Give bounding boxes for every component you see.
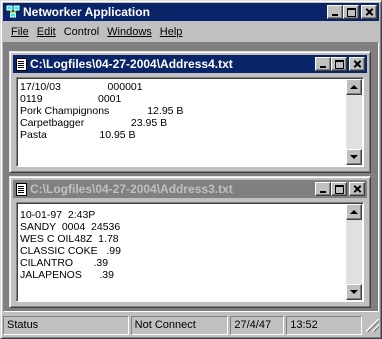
child-title-bar-address3[interactable]: C:\Logfiles\04-27-2004\Address3.txt <box>13 180 367 198</box>
child-caption-buttons-address4 <box>315 57 365 71</box>
text-line: Pork Champignons 12.95 B <box>20 105 184 117</box>
maximize-button[interactable] <box>343 5 359 19</box>
scroll-up-button[interactable] <box>346 79 362 95</box>
text-line: 10-01-97 2:43P <box>20 209 96 221</box>
text-content-address4: 17/10/03 000001 0119 0001 Pork Champigno… <box>20 81 345 164</box>
text-line: SANDY 0004 24536 <box>20 221 121 233</box>
text-line: CLASSIC COKE .99 <box>20 245 121 257</box>
menu-file-label: File <box>11 25 29 38</box>
connection-status: Not Connect <box>134 319 196 331</box>
status-time: 13:52 <box>290 319 318 331</box>
app-title: Networker Application <box>23 5 150 19</box>
text-line: 17/10/03 000001 <box>20 81 143 93</box>
scroll-down-button[interactable] <box>346 149 362 165</box>
child-close-button[interactable] <box>349 57 365 71</box>
main-title-bar[interactable]: Networker Application <box>3 3 379 21</box>
menu-windows-label: Windows <box>107 25 152 38</box>
scroll-up-button[interactable] <box>346 204 362 220</box>
child-maximize-button[interactable] <box>331 182 347 196</box>
text-line: CILANTRO .39 <box>20 257 109 269</box>
text-document-icon <box>16 57 27 71</box>
menu-control-label: Control <box>63 25 100 38</box>
child-title-address4: C:\Logfiles\04-27-2004\Address4.txt <box>30 57 233 71</box>
text-content-address3: 10-01-97 2:43P SANDY 0004 24536 WES C OI… <box>20 209 345 299</box>
child-caption-buttons-address3 <box>315 182 365 196</box>
text-area-address4[interactable]: 17/10/03 000001 0119 0001 Pork Champigno… <box>16 77 364 167</box>
menu-help-label: Help <box>159 25 183 38</box>
child-maximize-button[interactable] <box>331 57 347 71</box>
text-line: 0119 0001 <box>20 93 122 105</box>
child-minimize-button[interactable] <box>315 182 331 196</box>
text-line: Carpetbagger 23.95 B <box>20 117 168 129</box>
status-panel-label: Status <box>3 315 129 335</box>
text-line: WES C OIL48Z 1.78 <box>20 233 119 245</box>
menu-edit[interactable]: Edit <box>33 26 60 38</box>
menu-file[interactable]: File <box>7 26 33 38</box>
network-computers-icon <box>6 5 20 19</box>
status-date: 27/4/47 <box>234 319 272 331</box>
text-line: JALAPENOS .39 <box>20 269 114 281</box>
child-window-address4[interactable]: C:\Logfiles\04-27-2004\Address4.txt 17/1… <box>9 51 371 173</box>
resize-grip-icon[interactable] <box>366 318 379 332</box>
menu-bar: File Edit Control Windows Help <box>3 22 379 41</box>
menu-help[interactable]: Help <box>156 26 187 38</box>
status-bar: Status Not Connect 27/4/47 13:52 <box>3 314 379 336</box>
status-panel-connection: Not Connect <box>130 315 229 335</box>
menu-windows[interactable]: Windows <box>103 26 156 38</box>
main-caption-buttons <box>327 5 377 19</box>
child-title-bar-address4[interactable]: C:\Logfiles\04-27-2004\Address4.txt <box>13 55 367 73</box>
vertical-scrollbar[interactable] <box>346 204 362 300</box>
mdi-client-area: C:\Logfiles\04-27-2004\Address4.txt 17/1… <box>3 42 379 312</box>
main-window: Networker Application File Edit Control … <box>0 0 382 339</box>
text-area-address3[interactable]: 10-01-97 2:43P SANDY 0004 24536 WES C OI… <box>16 202 364 302</box>
child-minimize-button[interactable] <box>315 57 331 71</box>
menu-control[interactable]: Control <box>60 26 103 38</box>
vertical-scrollbar[interactable] <box>346 79 362 165</box>
menu-edit-label: Edit <box>36 25 56 38</box>
scroll-down-button[interactable] <box>346 284 362 300</box>
child-window-address3[interactable]: C:\Logfiles\04-27-2004\Address3.txt 10-0… <box>9 176 371 308</box>
child-title-address3: C:\Logfiles\04-27-2004\Address3.txt <box>30 182 233 196</box>
text-document-icon <box>16 182 27 196</box>
child-close-button[interactable] <box>349 182 365 196</box>
text-line: Pasta 10.95 B <box>20 129 136 141</box>
close-button[interactable] <box>361 5 377 19</box>
status-label: Status <box>7 319 39 331</box>
status-panel-time: 13:52 <box>286 315 363 335</box>
minimize-button[interactable] <box>327 5 343 19</box>
status-panel-date: 27/4/47 <box>230 315 285 335</box>
